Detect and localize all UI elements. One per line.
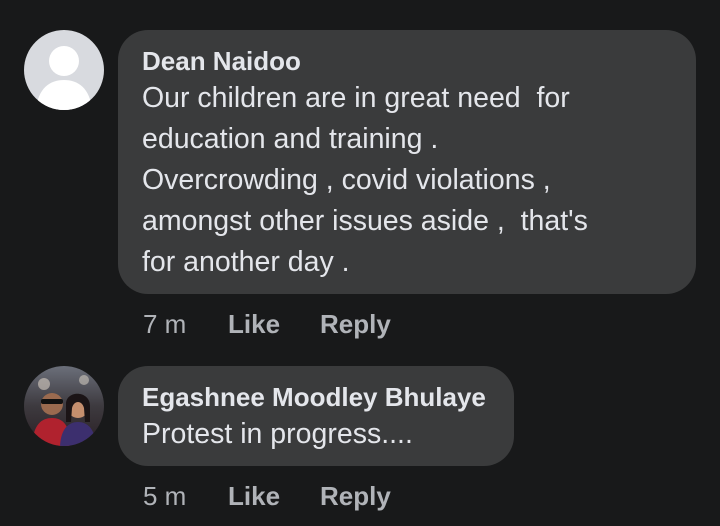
comment-author[interactable]: Dean Naidoo: [142, 44, 672, 78]
comment-text: Protest in progress....: [142, 418, 413, 450]
comment-bubble: Egashnee Moodley Bhulaye Protest in prog…: [118, 366, 514, 466]
profile-photo: [24, 366, 104, 446]
avatar-dean-naidoo[interactable]: [24, 30, 104, 110]
comment-thread: · · · Dean Naidoo Our children are in gr…: [0, 0, 720, 526]
default-profile-silhouette-icon: [24, 30, 104, 110]
truncated-previous-content: · · ·: [320, 0, 364, 6]
reply-button[interactable]: Reply: [320, 480, 391, 512]
comment-timestamp[interactable]: 5 m: [143, 480, 228, 512]
comment-text: Our children are in great need for educa…: [142, 82, 588, 278]
like-button[interactable]: Like: [228, 480, 320, 512]
comment-timestamp[interactable]: 7 m: [143, 308, 228, 340]
comment-actions: 7 m Like Reply: [143, 308, 391, 340]
comment-actions: 5 m Like Reply: [143, 480, 391, 512]
avatar-egashnee-moodley-bhulaye[interactable]: [24, 366, 104, 446]
comment-author[interactable]: Egashnee Moodley Bhulaye: [142, 380, 490, 414]
comment-bubble: Dean Naidoo Our children are in great ne…: [118, 30, 696, 294]
reply-button[interactable]: Reply: [320, 308, 391, 340]
like-button[interactable]: Like: [228, 308, 320, 340]
